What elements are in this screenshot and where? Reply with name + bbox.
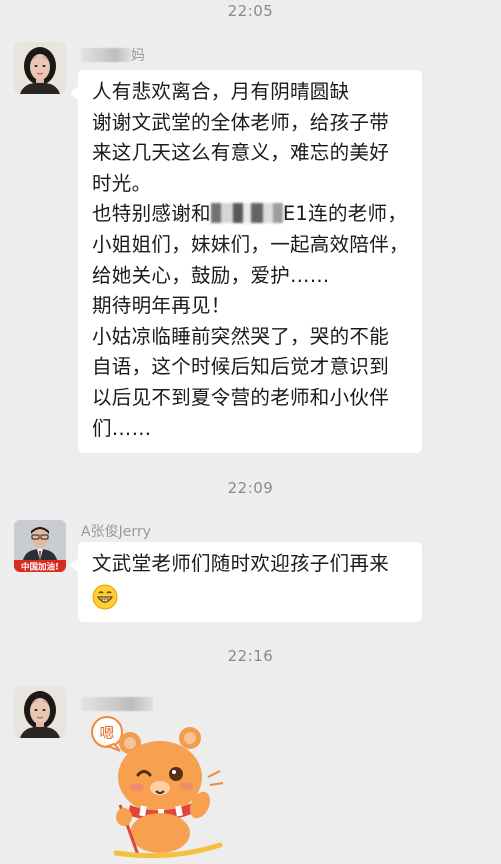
message-line: 人有悲欢离合，月有阴晴圆缺 <box>92 80 350 103</box>
woman-portrait-icon <box>14 42 66 94</box>
message-line: 自语，这个时候后知后觉才意识到 <box>92 355 390 379</box>
redacted-name <box>81 48 131 62</box>
message-line: 以后见不到夏令营的老师和小伙伴 <box>92 385 390 409</box>
message-line: 给她关心，鼓励，爱护…… <box>92 263 330 287</box>
bear-wink-sticker[interactable]: 嗯 <box>80 705 230 860</box>
sticker-text: 嗯 <box>99 724 114 742</box>
message-line: 期待明年再见！ <box>92 294 231 318</box>
avatar[interactable] <box>14 42 66 94</box>
message-text: 文武堂老师们随时欢迎孩子们再来 <box>92 552 390 575</box>
message-line: 小姐姐们，妹妹们，一起高效陪伴， <box>92 232 409 256</box>
message-line: 来这几天这么有意义，难忘的美好 <box>92 141 390 165</box>
message-fragment: 也特别感谢和 <box>92 202 211 226</box>
message-line: 们…… <box>92 416 152 440</box>
sender-name-visible: 妈 <box>131 48 145 64</box>
message-fragment: E1连的老师， <box>282 202 408 226</box>
man-portrait-icon: 中国加油! <box>14 520 66 572</box>
timestamp: 22:05 <box>227 2 274 20</box>
message-line: 时光。 <box>92 171 152 195</box>
bear-sticker-icon: 嗯 <box>91 716 224 859</box>
avatar[interactable]: 中国加油! <box>14 520 66 572</box>
message-line: 谢谢文武堂的全体老师，给孩子带 <box>92 110 390 134</box>
avatar[interactable] <box>14 686 66 738</box>
message-line: 也特别感谢和 E1连的老师， <box>92 199 422 230</box>
pixelated-redaction <box>210 203 283 224</box>
timestamp: 22:16 <box>227 647 274 665</box>
message-text: 人有悲欢离合，月有阴晴圆缺谢谢文武堂的全体老师，给孩子带 来这几天这么有意义，难忘… <box>92 77 422 444</box>
timestamp: 22:09 <box>227 479 274 497</box>
chat-window: 22:05 妈 人有悲欢离合，月有阴晴圆缺谢谢文武堂的全体老师，给孩子带 来这几天… <box>0 0 501 863</box>
message-bubble[interactable]: 人有悲欢离合，月有阴晴圆缺谢谢文武堂的全体老师，给孩子带 来这几天这么有意义，难忘… <box>70 70 422 453</box>
sender-name: 妈 <box>81 45 145 65</box>
sender-name: A张俊Jerry <box>81 524 151 540</box>
grinning-face-icon <box>92 584 118 614</box>
avatar-badge-text: 中国加油! <box>21 562 59 573</box>
woman-portrait-icon <box>14 686 66 738</box>
message-line: 小姑凉临睡前突然哭了，哭的不能 <box>92 324 390 348</box>
message-bubble[interactable]: 文武堂老师们随时欢迎孩子们再来 <box>70 542 422 622</box>
